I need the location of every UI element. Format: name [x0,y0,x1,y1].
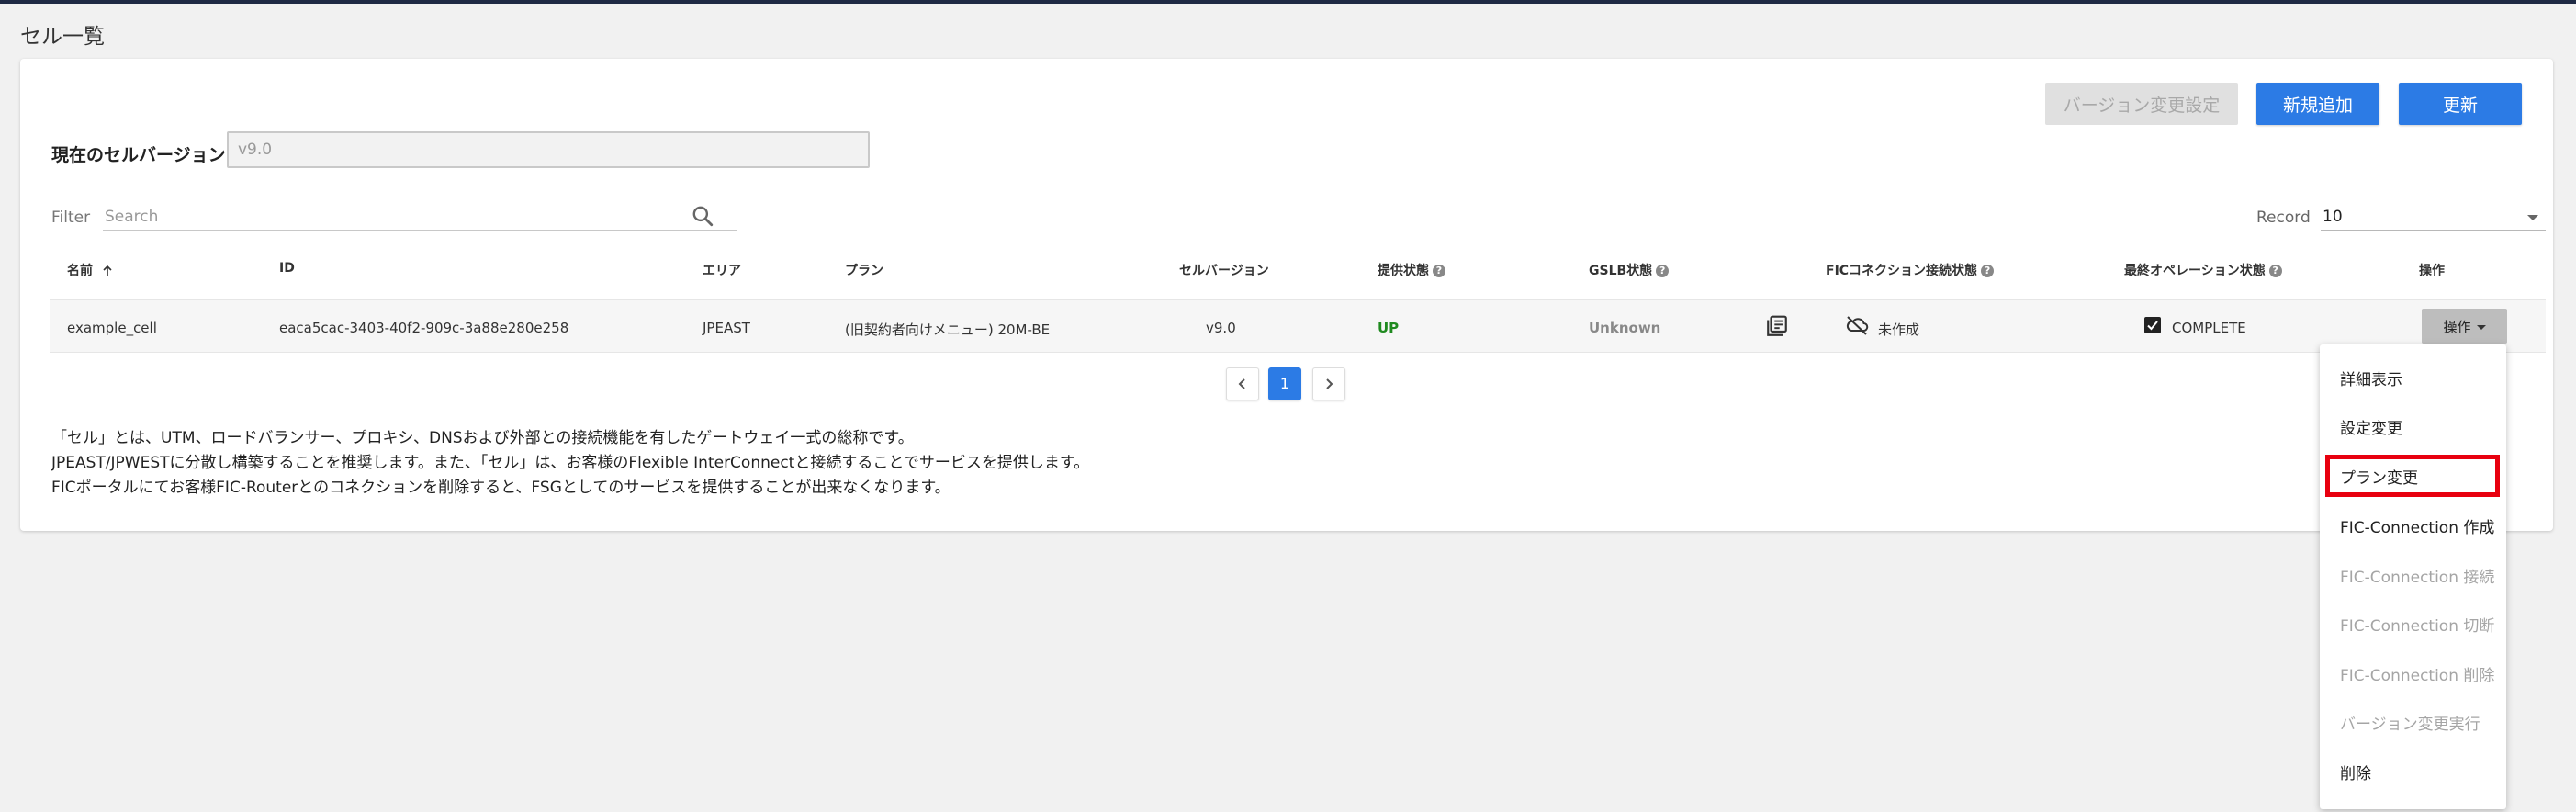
menu-item-delete[interactable]: 削除 [2340,761,2371,784]
header-plan: プラン [845,264,883,278]
description-line-2: JPEAST/JPWESTに分散し構築することを推奨します。また、「セル」は、お… [51,454,1090,472]
filter-label: Filter [51,209,91,227]
menu-item-plan-change[interactable]: プラン変更 [2340,465,2418,488]
gslb-status-value: Unknown [1589,320,1661,336]
menu-item-fic-delete: FIC-Connection 削除 [2340,667,2495,685]
operation-dropdown-menu: 詳細表示 設定変更 プラン変更 FIC-Connection 作成 FIC-Co… [2320,344,2506,809]
header-fic-status: FICコネクション接続状態? [1826,261,1995,279]
pagination-next-button[interactable] [1312,367,1345,400]
header-gslb-status-label: GSLB状態 [1589,264,1653,278]
help-icon[interactable]: ? [1656,265,1670,277]
chevron-down-icon [2527,215,2538,220]
header-cell-version: セルバージョン [1179,264,1269,278]
chevron-left-icon [1238,378,1245,389]
header-gslb-status: GSLB状態? [1589,261,1670,279]
search-input[interactable] [103,203,737,231]
cell-version-label: 現在のセルバージョン [51,145,226,165]
operation-menu-label: 操作 [2443,318,2471,335]
menu-item-fic-disconnect: FIC-Connection 切断 [2340,617,2495,636]
refresh-button[interactable]: 更新 [2399,83,2522,125]
document-list-icon[interactable] [1765,314,1789,338]
cloud-off-icon [1846,316,1869,335]
help-icon[interactable]: ? [1433,265,1445,277]
chevron-right-icon [1326,378,1333,389]
top-bar [0,0,2576,4]
header-last-op-status: 最終オペレーション状態? [2124,261,2282,279]
pagination-page-1[interactable]: 1 [1268,367,1301,400]
header-service-status: 提供状態? [1378,261,1445,279]
cell-list-card: バージョン変更設定 新規追加 更新 現在のセルバージョン Filter Reco… [20,59,2553,531]
record-label: Record [2256,209,2311,227]
search-icon[interactable] [691,204,714,228]
caret-down-icon [2476,324,2486,330]
page-title: セル一覧 [20,25,105,49]
menu-item-settings[interactable]: 設定変更 [2340,415,2402,438]
record-value: 10 [2323,208,2343,226]
header-name-label: 名前 [67,264,93,278]
cell-version-value: v9.0 [1206,320,1236,336]
version-change-settings-button[interactable]: バージョン変更設定 [2045,83,2238,125]
cell-plan: (旧契約者向けメニュー) 20M-BE [845,321,1051,338]
description-line-3: FICポータルにてお客様FIC-Routerとのコネクションを削除すると、FSG… [51,479,951,497]
menu-item-version-change: バージョン変更実行 [2340,716,2480,734]
cell-name: example_cell [67,320,157,336]
sort-ascending-icon [103,265,112,276]
menu-item-fic-connect: FIC-Connection 接続 [2340,569,2495,587]
header-area: エリア [703,264,741,278]
menu-item-fic-create[interactable]: FIC-Connection 作成 [2340,514,2494,537]
help-icon[interactable]: ? [1981,265,1995,277]
add-new-button[interactable]: 新規追加 [2256,83,2379,125]
pagination-prev-button[interactable] [1226,367,1259,400]
header-fic-status-label: FICコネクション接続状態 [1826,264,1978,278]
menu-item-details[interactable]: 詳細表示 [2340,367,2402,389]
header-name[interactable]: 名前 [67,261,114,279]
header-operation: 操作 [2419,264,2445,278]
last-op-status-value: COMPLETE [2172,320,2246,336]
fic-status-value: 未作成 [1878,321,1920,338]
service-status-badge: UP [1378,320,1400,336]
header-service-status-label: 提供状態 [1378,264,1429,278]
cell-area: JPEAST [703,320,750,336]
help-icon[interactable]: ? [2268,265,2282,277]
description-line-1: 「セル」とは、UTM、ロードバランサー、プロキシ、DNSおよび外部との接続機能を… [51,429,914,447]
operation-menu-button[interactable]: 操作 [2422,309,2507,344]
header-id: ID [279,261,295,276]
cell-id: eaca5cac-3403-40f2-909c-3a88e280e258 [279,320,569,336]
record-select[interactable]: 10 [2321,203,2546,231]
checkbox-checked-icon [2144,317,2161,333]
cell-version-field [227,131,870,168]
header-last-op-status-label: 最終オペレーション状態 [2124,264,2266,278]
